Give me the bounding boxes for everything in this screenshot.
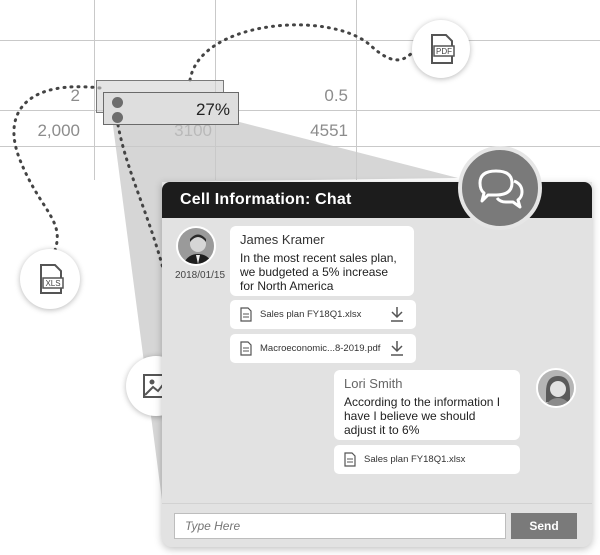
message-text: In the most recent sales plan, we budget…	[240, 251, 397, 293]
attachment[interactable]: Macroeconomic...8-2019.pdf	[230, 334, 416, 363]
message-author: James Kramer	[240, 232, 325, 247]
message-bubble: Lori Smith According to the information …	[334, 370, 520, 440]
chat-bubble-icon[interactable]	[458, 146, 542, 230]
chat-panel: Cell Information: Chat 2018/01/15 James …	[162, 182, 592, 547]
xls-icon: XLS	[40, 264, 64, 294]
svg-text:XLS: XLS	[45, 279, 60, 288]
selected-cell[interactable]: 27%	[103, 92, 239, 125]
attachment-name: Sales plan FY18Q1.xlsx	[364, 454, 466, 465]
download-icon[interactable]	[390, 340, 404, 356]
chat-title: Cell Information: Chat	[180, 191, 352, 208]
document-icon	[240, 307, 252, 322]
comment-indicator-dot	[112, 112, 123, 123]
download-icon[interactable]	[390, 306, 404, 322]
pdf-icon: PDF	[431, 34, 455, 64]
attachment-name: Macroeconomic...8-2019.pdf	[260, 343, 381, 354]
avatar-lori-smith	[536, 368, 576, 408]
message-input[interactable]	[174, 513, 506, 539]
attachment[interactable]: Sales plan FY18Q1.xlsx	[230, 300, 416, 329]
message-input-bar: Send	[162, 503, 592, 547]
document-icon	[240, 341, 252, 356]
svg-text:PDF: PDF	[436, 47, 452, 56]
xls-file-badge[interactable]: XLS	[20, 249, 80, 309]
chat-icon	[478, 169, 524, 209]
send-button[interactable]: Send	[511, 513, 577, 539]
message-author: Lori Smith	[344, 376, 403, 391]
message-text: According to the information I have I be…	[344, 395, 501, 437]
comment-indicator-dot	[112, 97, 123, 108]
message-bubble: James Kramer In the most recent sales pl…	[230, 226, 414, 296]
attachment-name: Sales plan FY18Q1.xlsx	[260, 309, 362, 320]
attachment[interactable]: Sales plan FY18Q1.xlsx	[334, 445, 520, 474]
document-icon	[344, 452, 356, 467]
selected-cell-value: 27%	[195, 100, 230, 119]
pdf-file-badge[interactable]: PDF	[412, 20, 470, 78]
avatar-james-kramer	[176, 226, 216, 266]
message-date: 2018/01/15	[175, 270, 226, 281]
